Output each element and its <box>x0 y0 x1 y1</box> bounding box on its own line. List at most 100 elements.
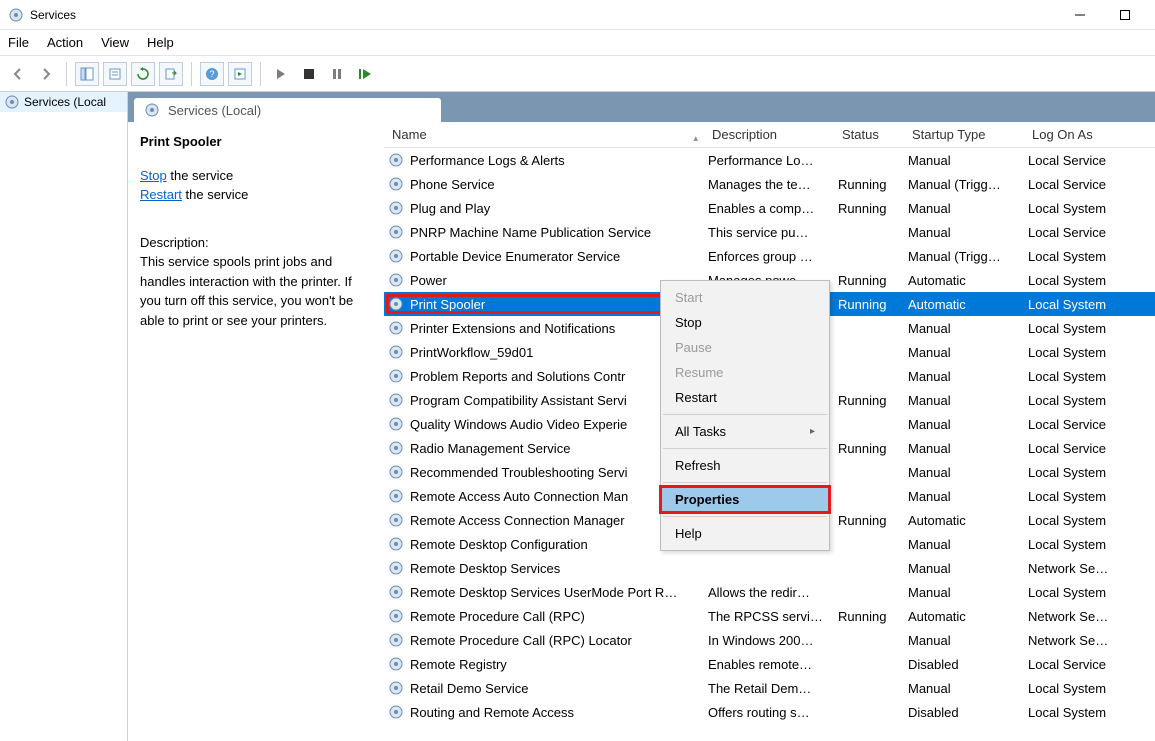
help-toolbar-button[interactable]: ? <box>200 62 224 86</box>
col-description[interactable]: Description <box>708 127 838 142</box>
col-name[interactable]: Name▴ <box>388 127 708 142</box>
service-row[interactable]: Retail Demo ServiceThe Retail Dem…Manual… <box>384 676 1155 700</box>
service-logon-cell: Local System <box>1028 585 1128 600</box>
forward-button[interactable] <box>34 62 58 86</box>
service-icon <box>388 656 404 672</box>
service-logon-cell: Local System <box>1028 489 1128 504</box>
ctx-start: Start <box>661 285 829 310</box>
service-name-text: Remote Desktop Services <box>410 561 560 576</box>
service-logon-cell: Network Se… <box>1028 561 1128 576</box>
service-logon-cell: Local System <box>1028 537 1128 552</box>
service-row[interactable]: PNRP Machine Name Publication Service Thi… <box>384 220 1155 244</box>
service-name-cell: Portable Device Enumerator Service <box>388 248 708 264</box>
service-row[interactable]: Remote Desktop Services ManualNetwork Se… <box>384 556 1155 580</box>
service-desc-cell: The RPCSS servi… <box>708 609 838 624</box>
service-name-text: PNRP Machine Name Publication Service <box>410 225 651 240</box>
service-icon <box>388 608 404 624</box>
col-startup[interactable]: Startup Type <box>908 127 1028 142</box>
service-name-text: Printer Extensions and Notifications <box>410 321 615 336</box>
stop-service-line: Stop the service <box>140 166 372 186</box>
services-icon <box>144 102 160 118</box>
service-name-text: Radio Management Service <box>410 441 570 456</box>
ctx-divider <box>663 414 827 415</box>
service-row[interactable]: Portable Device Enumerator ServiceEnforc… <box>384 244 1155 268</box>
service-logon-cell: Local Service <box>1028 177 1128 192</box>
service-row[interactable]: Routing and Remote AccessOffers routing … <box>384 700 1155 724</box>
service-name-text: Plug and Play <box>410 201 490 216</box>
service-startup-cell: Automatic <box>908 513 1028 528</box>
minimize-button[interactable] <box>1057 1 1102 29</box>
service-desc-cell: Manages the te… <box>708 177 838 192</box>
ctx-properties[interactable]: Properties <box>661 487 829 512</box>
service-icon <box>388 632 404 648</box>
pause-service-button[interactable] <box>325 62 349 86</box>
ctx-restart[interactable]: Restart <box>661 385 829 410</box>
restart-service-link[interactable]: Restart <box>140 187 182 202</box>
ctx-refresh[interactable]: Refresh <box>661 453 829 478</box>
tab-label: Services (Local) <box>168 103 261 118</box>
service-status-cell: Running <box>838 393 908 408</box>
service-startup-cell: Manual <box>908 561 1028 576</box>
service-startup-cell: Automatic <box>908 609 1028 624</box>
ctx-help[interactable]: Help <box>661 521 829 546</box>
service-desc-cell: In Windows 200… <box>708 633 838 648</box>
service-name-text: Phone Service <box>410 177 495 192</box>
menu-help[interactable]: Help <box>147 35 174 50</box>
service-logon-cell: Local System <box>1028 321 1128 336</box>
ctx-resume: Resume <box>661 360 829 385</box>
right-pane: Services (Local) Print Spooler Stop the … <box>128 92 1155 741</box>
refresh-toolbar-button[interactable] <box>131 62 155 86</box>
col-logon[interactable]: Log On As <box>1028 127 1128 142</box>
stop-service-link[interactable]: Stop <box>140 168 167 183</box>
maximize-button[interactable] <box>1102 1 1147 29</box>
service-desc-cell: This service pu… <box>708 225 838 240</box>
service-row[interactable]: Remote Procedure Call (RPC) Locator In Wi… <box>384 628 1155 652</box>
tree-node-services-local[interactable]: Services (Local <box>0 92 127 112</box>
back-button[interactable] <box>6 62 30 86</box>
service-logon-cell: Local System <box>1028 201 1128 216</box>
col-status[interactable]: Status <box>838 127 908 142</box>
service-icon <box>388 368 404 384</box>
show-hide-tree-button[interactable] <box>75 62 99 86</box>
service-name-text: Remote Procedure Call (RPC) Locator <box>410 633 632 648</box>
service-name-text: Remote Desktop Services UserMode Port R… <box>410 585 677 600</box>
menu-action[interactable]: Action <box>47 35 83 50</box>
service-icon <box>388 392 404 408</box>
service-row[interactable]: Plug and PlayEnables a comp…RunningManua… <box>384 196 1155 220</box>
service-row[interactable]: Performance Logs & AlertsPerformance Lo…… <box>384 148 1155 172</box>
service-startup-cell: Manual <box>908 585 1028 600</box>
toolbar-separator <box>191 62 192 86</box>
menu-view[interactable]: View <box>101 35 129 50</box>
service-startup-cell: Manual <box>908 681 1028 696</box>
service-startup-cell: Manual <box>908 393 1028 408</box>
services-icon <box>4 94 20 110</box>
service-icon <box>388 560 404 576</box>
tab-services-local[interactable]: Services (Local) <box>134 98 441 122</box>
service-row[interactable]: Remote Procedure Call (RPC)The RPCSS ser… <box>384 604 1155 628</box>
start-service-button[interactable] <box>269 62 293 86</box>
service-row[interactable]: Phone ServiceManages the te…RunningManua… <box>384 172 1155 196</box>
submenu-arrow-icon: ▸ <box>810 426 815 437</box>
service-logon-cell: Network Se… <box>1028 609 1128 624</box>
service-logon-cell: Local System <box>1028 249 1128 264</box>
selected-service-name: Print Spooler <box>140 132 372 152</box>
restart-service-button[interactable] <box>353 62 377 86</box>
service-startup-cell: Manual <box>908 489 1028 504</box>
menu-file[interactable]: File <box>8 35 29 50</box>
service-row[interactable]: Remote RegistryEnables remote…DisabledLo… <box>384 652 1155 676</box>
restart-service-line: Restart the service <box>140 185 372 205</box>
menubar: File Action View Help <box>0 30 1155 56</box>
properties-toolbar-button[interactable] <box>103 62 127 86</box>
stop-service-button[interactable] <box>297 62 321 86</box>
service-row[interactable]: Remote Desktop Services UserMode Port R…… <box>384 580 1155 604</box>
ctx-stop[interactable]: Stop <box>661 310 829 335</box>
service-name-cell: Routing and Remote Access <box>388 704 708 720</box>
action-toolbar-button[interactable] <box>228 62 252 86</box>
service-startup-cell: Manual <box>908 441 1028 456</box>
service-startup-cell: Automatic <box>908 297 1028 312</box>
list-pane: Name▴ Description Status Startup Type Lo… <box>384 122 1155 741</box>
ctx-all-tasks[interactable]: All Tasks▸ <box>661 419 829 444</box>
service-icon <box>388 200 404 216</box>
service-startup-cell: Manual <box>908 465 1028 480</box>
export-toolbar-button[interactable] <box>159 62 183 86</box>
